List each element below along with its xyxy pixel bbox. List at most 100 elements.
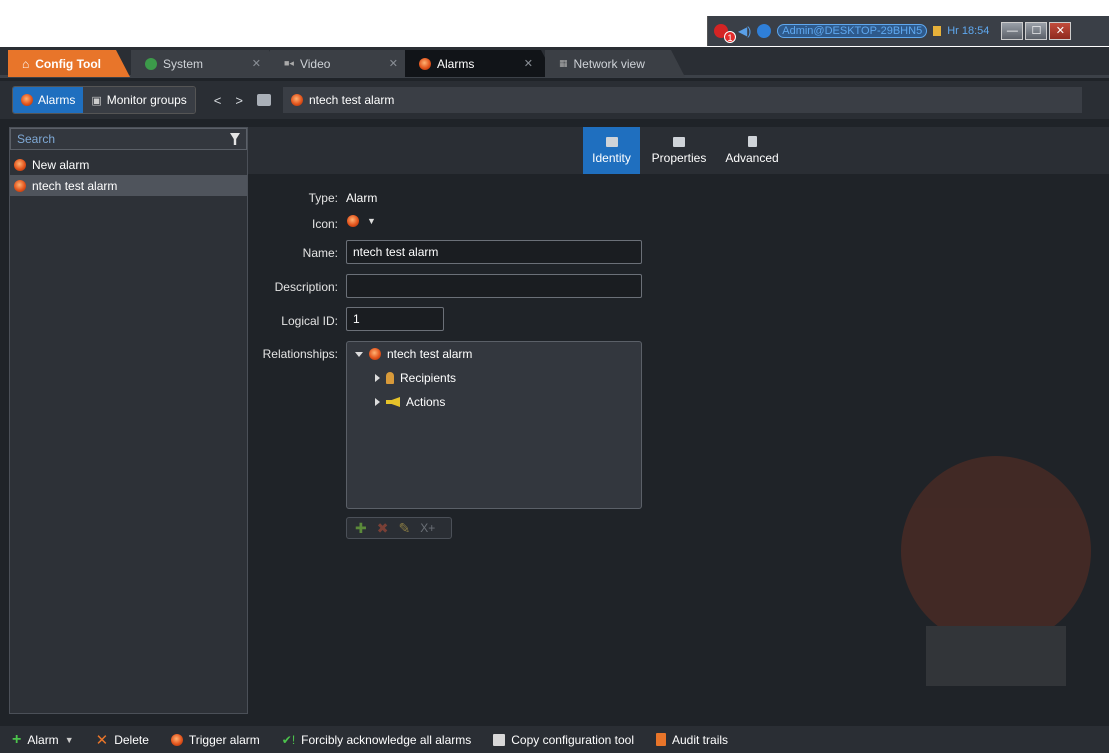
alarm-icon [290, 94, 303, 106]
alarms-view-button[interactable]: Alarms [13, 87, 84, 113]
window-controls: — ☐ ✕ [1001, 22, 1072, 40]
list-item-ntech-test-alarm[interactable]: ntech test alarm [10, 175, 247, 196]
tab-network-view[interactable]: ▦ Network view [545, 50, 685, 77]
logical-id-value: 1 [353, 312, 360, 326]
alarm-icon [14, 158, 26, 171]
forward-arrow-icon[interactable]: > [235, 93, 243, 108]
delete-button[interactable]: ✕ Delete [96, 731, 163, 749]
add-alarm-label: Alarm [27, 732, 59, 747]
alarm-icon [170, 733, 183, 746]
tree-node-label: ntech test alarm [387, 347, 473, 361]
close-tab-icon[interactable]: ✕ [524, 57, 533, 70]
alarm-icon [347, 215, 359, 227]
network-icon: ▦ [559, 58, 568, 68]
description-field[interactable] [346, 274, 642, 298]
breadcrumb-label: ntech test alarm [308, 93, 395, 107]
edit-icon[interactable]: ✎ [398, 520, 410, 537]
tree-node-actions[interactable]: Actions [375, 395, 445, 409]
minimize-button[interactable]: — [1001, 22, 1024, 40]
alarm-icon [21, 94, 33, 106]
chevron-down-icon: ▼ [367, 216, 376, 226]
properties-icon [673, 136, 685, 147]
audit-icon [656, 733, 666, 746]
camera-icon: ■◂ [284, 58, 294, 68]
close-button[interactable]: ✕ [1049, 22, 1072, 40]
tab-identity[interactable]: Identity [583, 127, 640, 174]
list-item-new-alarm[interactable]: New alarm [10, 154, 247, 175]
monitor-groups-button[interactable]: ▣ Monitor groups [83, 87, 195, 113]
view-switcher: Alarms ▣ Monitor groups [12, 86, 196, 114]
collapse-icon[interactable] [355, 351, 363, 357]
search-input[interactable]: Search [10, 128, 247, 150]
identity-form-labels: Type: Icon: Name: Description: Logical I… [248, 119, 338, 519]
alarm-list-panel: Search New alarm ntech test alarm [9, 127, 248, 714]
back-arrow-icon[interactable]: < [214, 93, 222, 108]
tab-video[interactable]: ■◂ Video ✕ [270, 50, 420, 77]
acknowledge-icon: ✔! [281, 732, 296, 747]
close-tab-icon[interactable]: ✕ [252, 57, 261, 70]
logical-id-field[interactable]: 1 [346, 307, 444, 331]
tab-label: Advanced [725, 151, 779, 165]
add-icon[interactable]: ✚ [355, 520, 367, 537]
relation-icon[interactable]: X+ [420, 521, 435, 535]
system-tray: 1 ◀) Admin@DESKTOP-29BHN5 Hr 18:54 — ☐ ✕ [707, 16, 1109, 46]
expand-icon[interactable] [375, 398, 380, 406]
monitor-groups-label: Monitor groups [106, 93, 187, 107]
type-label: Type: [308, 191, 338, 205]
name-value: ntech test alarm [353, 245, 439, 259]
expand-icon[interactable] [375, 374, 380, 382]
list-item-label: New alarm [32, 157, 90, 172]
copy-icon [493, 733, 506, 746]
bottom-action-bar: + Alarm ▼ ✕ Delete Trigger alarm ✔! Forc… [0, 726, 1109, 753]
breadcrumb: ntech test alarm [282, 87, 1082, 113]
person-icon [386, 372, 394, 384]
speaker-icon[interactable]: ◀) [738, 24, 751, 38]
name-field[interactable]: ntech test alarm [346, 240, 642, 264]
trigger-alarm-label: Trigger alarm [188, 732, 260, 747]
main-tab-bar: ⌂ Config Tool System ✕ ■◂ Video ✕ Alarms… [0, 47, 1109, 78]
relationships-tree: ntech test alarm Recipients Actions [346, 341, 642, 509]
audit-trails-button[interactable]: Audit trails [656, 733, 742, 747]
relationships-label: Relationships: [262, 347, 338, 361]
system-icon [145, 58, 157, 70]
tab-label: Network view [573, 56, 645, 71]
nav-toolbar: Alarms ▣ Monitor groups < > ntech test a… [0, 81, 1109, 119]
title-bar: 1 ◀) Admin@DESKTOP-29BHN5 Hr 18:54 — ☐ ✕ [0, 0, 1109, 47]
tab-label: Config Tool [35, 56, 102, 71]
time-label: Hr 18:54 [947, 25, 990, 37]
tab-label: Alarms [437, 56, 475, 71]
tab-label: System [163, 56, 204, 71]
tab-system[interactable]: System ✕ [131, 50, 283, 77]
copy-configuration-button[interactable]: Copy configuration tool [493, 733, 648, 747]
add-alarm-button[interactable]: + Alarm ▼ [12, 730, 88, 748]
tab-config-tool[interactable]: ⌂ Config Tool [8, 50, 130, 77]
lock-icon[interactable] [933, 26, 942, 36]
tab-advanced[interactable]: Advanced [722, 127, 782, 174]
notification-button[interactable]: 1 [714, 22, 736, 43]
tab-properties[interactable]: Properties [648, 127, 710, 174]
audit-label: Audit trails [672, 732, 729, 747]
delete-icon[interactable]: ✖ [377, 520, 389, 537]
entity-tree-icon[interactable] [256, 94, 271, 106]
user-label[interactable]: Admin@DESKTOP-29BHN5 [777, 24, 928, 38]
tree-node-label: Recipients [400, 371, 457, 385]
alarm-icon [369, 348, 381, 360]
icon-picker[interactable]: ▼ [347, 215, 376, 227]
logical-id-label: Logical ID: [281, 314, 338, 328]
maximize-button[interactable]: ☐ [1025, 22, 1048, 40]
list-item-label: ntech test alarm [32, 178, 118, 193]
type-value: Alarm [346, 191, 378, 205]
tab-alarms[interactable]: Alarms ✕ [405, 50, 555, 77]
plus-icon: + [12, 730, 22, 748]
trigger-alarm-button[interactable]: Trigger alarm [170, 732, 274, 747]
identity-icon [605, 136, 618, 147]
acknowledge-all-button[interactable]: ✔! Forcibly acknowledge all alarms [282, 733, 485, 747]
tab-label: Properties [651, 150, 707, 165]
close-tab-icon[interactable]: ✕ [389, 57, 398, 70]
filter-icon[interactable] [230, 133, 240, 145]
tree-node-recipients[interactable]: Recipients [375, 371, 456, 385]
tree-node-root[interactable]: ntech test alarm [355, 347, 472, 361]
chevron-down-icon[interactable]: ▼ [65, 735, 74, 745]
main-content: Identity Properties Advanced Type: Icon:… [248, 119, 1109, 714]
delete-label: Delete [114, 732, 149, 747]
